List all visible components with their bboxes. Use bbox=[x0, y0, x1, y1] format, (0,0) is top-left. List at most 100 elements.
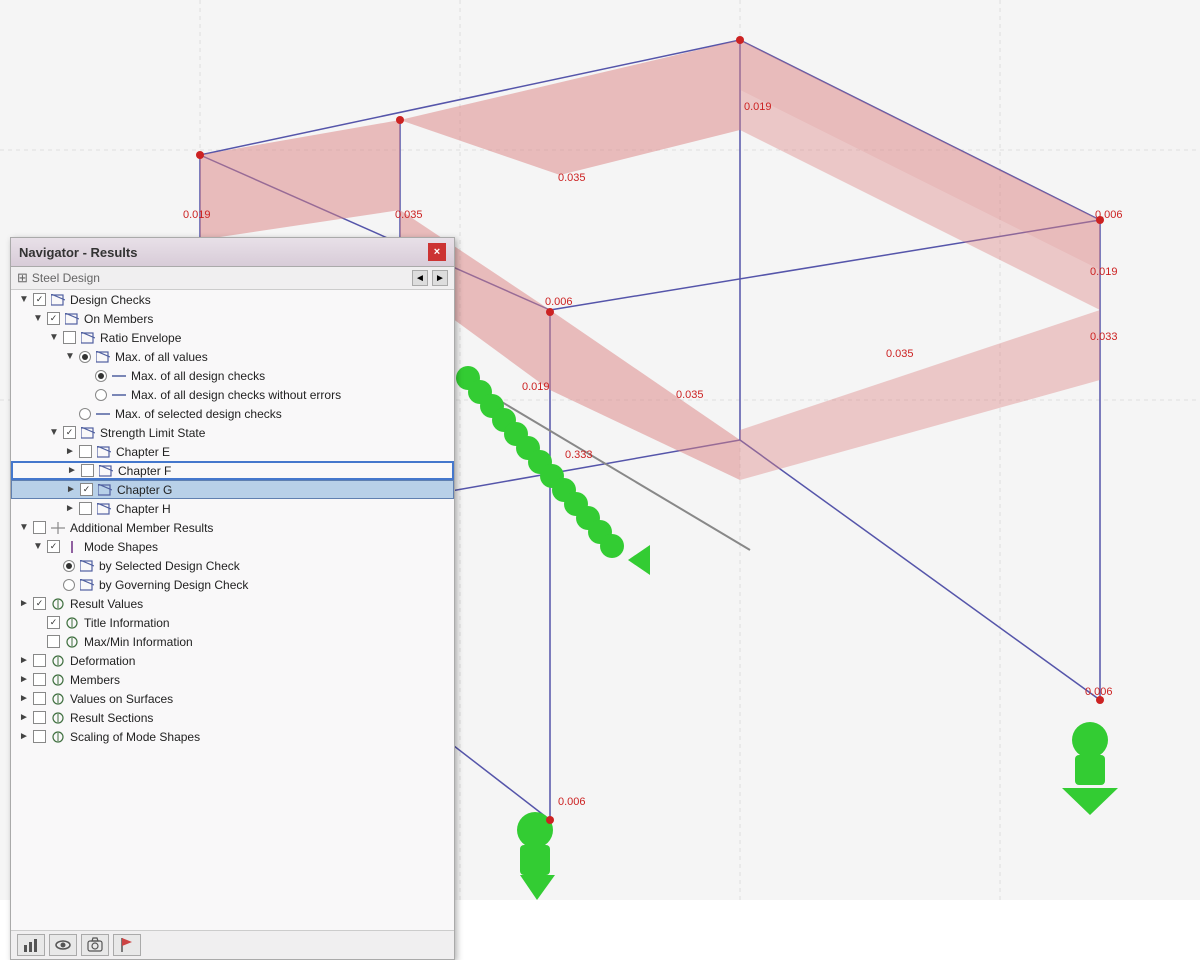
label-result-sections: Result Sections bbox=[70, 711, 153, 725]
tree-item-chapter-g[interactable]: ► Chapter G bbox=[11, 480, 454, 499]
tree-item-scaling-mode[interactable]: ► Scaling of Mode Shapes bbox=[11, 727, 454, 746]
tree-item-chapter-h[interactable]: ► Chapter H bbox=[11, 499, 454, 518]
tree-item-on-members[interactable]: ▼ On Members bbox=[11, 309, 454, 328]
icon-by-selected bbox=[79, 559, 95, 573]
svg-text:0.006: 0.006 bbox=[558, 796, 586, 808]
checkbox-additional-member[interactable] bbox=[33, 521, 46, 534]
tree-item-chapter-e[interactable]: ► Chapter E bbox=[11, 442, 454, 461]
label-chapter-e: Chapter E bbox=[116, 445, 170, 459]
expander-ratio-envelope[interactable]: ▼ bbox=[47, 331, 61, 345]
checkbox-members[interactable] bbox=[33, 673, 46, 686]
tree-item-ratio-envelope[interactable]: ▼ Ratio Envelope bbox=[11, 328, 454, 347]
expander-result-sections[interactable]: ► bbox=[17, 711, 31, 725]
icon-strength-limit bbox=[80, 426, 96, 440]
radio-max-all-design[interactable] bbox=[95, 370, 107, 382]
checkbox-strength-limit[interactable] bbox=[63, 426, 76, 439]
nav-toolbar: ⊞ Steel Design ◄ ► bbox=[11, 267, 454, 290]
expander-scaling-mode[interactable]: ► bbox=[17, 730, 31, 744]
expander-members[interactable]: ► bbox=[17, 673, 31, 687]
checkbox-chapter-f[interactable] bbox=[81, 464, 94, 477]
tree-item-by-selected[interactable]: by Selected Design Check bbox=[11, 556, 454, 575]
radio-max-all-values[interactable] bbox=[79, 351, 91, 363]
radio-max-no-errors[interactable] bbox=[95, 389, 107, 401]
checkbox-result-values[interactable] bbox=[33, 597, 46, 610]
icon-max-all-design bbox=[111, 369, 127, 383]
radio-by-selected[interactable] bbox=[63, 560, 75, 572]
tree-item-chapter-f[interactable]: ► Chapter F bbox=[11, 461, 454, 480]
svg-text:0.035: 0.035 bbox=[395, 209, 423, 221]
bottom-btn-eye[interactable] bbox=[49, 934, 77, 956]
tree-item-by-governing[interactable]: by Governing Design Check bbox=[11, 575, 454, 594]
checkbox-chapter-g[interactable] bbox=[80, 483, 93, 496]
tree-item-result-values[interactable]: ► Result Values bbox=[11, 594, 454, 613]
checkbox-maxmin-information[interactable] bbox=[47, 635, 60, 648]
tree-item-design-checks[interactable]: ▼ Design Checks bbox=[11, 290, 454, 309]
tree-item-mode-shapes[interactable]: ▼ Mode Shapes bbox=[11, 537, 454, 556]
label-max-selected: Max. of selected design checks bbox=[115, 407, 282, 421]
checkbox-ratio-envelope[interactable] bbox=[63, 331, 76, 344]
nav-next-button[interactable]: ► bbox=[432, 270, 448, 286]
expander-result-values[interactable]: ► bbox=[17, 597, 31, 611]
bottom-btn-flag[interactable] bbox=[113, 934, 141, 956]
tree-item-additional-member[interactable]: ▼ Additional Member Results bbox=[11, 518, 454, 537]
tree-item-max-no-errors[interactable]: Max. of all design checks without errors bbox=[11, 385, 454, 404]
tree-item-maxmin-information[interactable]: Max/Min Information bbox=[11, 632, 454, 651]
expander-chapter-e[interactable]: ► bbox=[63, 445, 77, 459]
bottom-btn-graph[interactable] bbox=[17, 934, 45, 956]
expander-deformation[interactable]: ► bbox=[17, 654, 31, 668]
radio-max-selected[interactable] bbox=[79, 408, 91, 420]
label-design-checks: Design Checks bbox=[70, 293, 151, 307]
icon-design-checks bbox=[50, 293, 66, 307]
expander-additional-member[interactable]: ▼ bbox=[17, 521, 31, 535]
checkbox-chapter-h[interactable] bbox=[79, 502, 92, 515]
tree-item-strength-limit[interactable]: ▼ Strength Limit State bbox=[11, 423, 454, 442]
expander-chapter-h[interactable]: ► bbox=[63, 502, 77, 516]
checkbox-result-sections[interactable] bbox=[33, 711, 46, 724]
icon-result-sections bbox=[50, 711, 66, 725]
checkbox-deformation[interactable] bbox=[33, 654, 46, 667]
icon-chapter-g bbox=[97, 483, 113, 497]
label-chapter-f: Chapter F bbox=[118, 464, 171, 478]
expander-chapter-f[interactable]: ► bbox=[65, 464, 79, 478]
icon-max-all-values bbox=[95, 350, 111, 364]
svg-text:0.033: 0.033 bbox=[1090, 331, 1118, 343]
checkbox-mode-shapes[interactable] bbox=[47, 540, 60, 553]
checkbox-title-information[interactable] bbox=[47, 616, 60, 629]
tree-item-deformation[interactable]: ► Deformation bbox=[11, 651, 454, 670]
expander-values-surfaces[interactable]: ► bbox=[17, 692, 31, 706]
label-max-no-errors: Max. of all design checks without errors bbox=[131, 388, 341, 402]
close-button[interactable]: × bbox=[428, 243, 446, 261]
nav-prev-button[interactable]: ◄ bbox=[412, 270, 428, 286]
tree-item-members[interactable]: ► Members bbox=[11, 670, 454, 689]
icon-title-information bbox=[64, 616, 80, 630]
label-chapter-g: Chapter G bbox=[117, 483, 172, 497]
expander-max-all-values[interactable]: ▼ bbox=[63, 350, 77, 364]
expander-mode-shapes[interactable]: ▼ bbox=[31, 540, 45, 554]
icon-chapter-f bbox=[98, 464, 114, 478]
navigator-header[interactable]: Navigator - Results × bbox=[11, 238, 454, 267]
checkbox-chapter-e[interactable] bbox=[79, 445, 92, 458]
tree-item-max-all-values[interactable]: ▼ Max. of all values bbox=[11, 347, 454, 366]
expander-strength-limit[interactable]: ▼ bbox=[47, 426, 61, 440]
label-by-selected: by Selected Design Check bbox=[99, 559, 240, 573]
expander-on-members[interactable]: ▼ bbox=[31, 312, 45, 326]
radio-by-governing[interactable] bbox=[63, 579, 75, 591]
tree-item-values-surfaces[interactable]: ► Values on Surfaces bbox=[11, 689, 454, 708]
tree-container[interactable]: ▼ Design Checks ▼ On Members ▼ Rat bbox=[11, 290, 454, 930]
tree-item-max-all-design[interactable]: Max. of all design checks bbox=[11, 366, 454, 385]
navigator-panel: Navigator - Results × ⊞ Steel Design ◄ ►… bbox=[10, 237, 455, 960]
label-mode-shapes: Mode Shapes bbox=[84, 540, 158, 554]
bottom-btn-camera[interactable] bbox=[81, 934, 109, 956]
label-strength-limit: Strength Limit State bbox=[100, 426, 205, 440]
checkbox-design-checks[interactable] bbox=[33, 293, 46, 306]
expander-design-checks[interactable]: ▼ bbox=[17, 293, 31, 307]
tree-item-result-sections[interactable]: ► Result Sections bbox=[11, 708, 454, 727]
checkbox-values-surfaces[interactable] bbox=[33, 692, 46, 705]
icon-mode-shapes bbox=[64, 540, 80, 554]
expander-chapter-g[interactable]: ► bbox=[64, 483, 78, 497]
checkbox-scaling-mode[interactable] bbox=[33, 730, 46, 743]
tree-item-max-selected[interactable]: Max. of selected design checks bbox=[11, 404, 454, 423]
checkbox-on-members[interactable] bbox=[47, 312, 60, 325]
svg-text:0.006: 0.006 bbox=[1085, 686, 1113, 698]
tree-item-title-information[interactable]: Title Information bbox=[11, 613, 454, 632]
